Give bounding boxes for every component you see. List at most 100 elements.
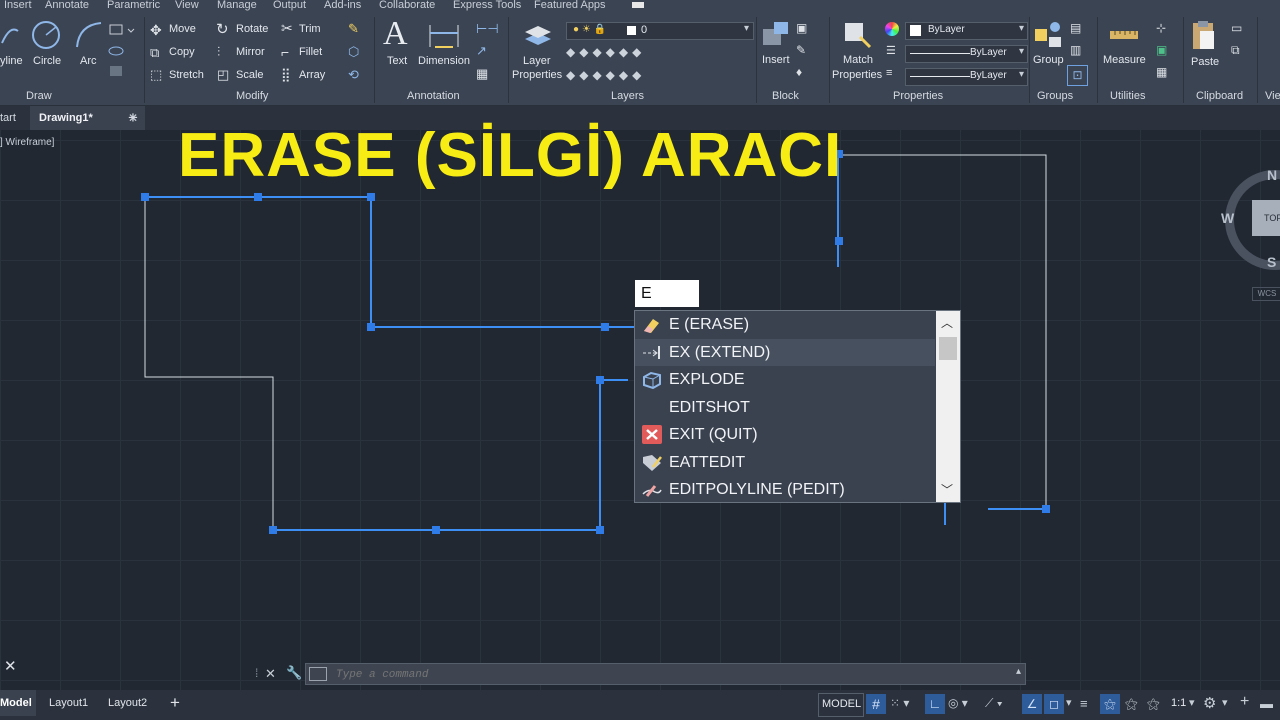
explode-icon[interactable]: ⬡ bbox=[348, 44, 359, 60]
layer-properties-icon[interactable] bbox=[521, 19, 555, 51]
properties-panel-title[interactable]: Properties bbox=[893, 90, 943, 102]
color-wheel-icon[interactable] bbox=[885, 22, 899, 36]
eraser-icon[interactable]: ✎ bbox=[348, 21, 359, 37]
edit-attributes-icon[interactable]: ♦ bbox=[796, 65, 802, 79]
layer-properties-label-2[interactable]: Properties bbox=[512, 69, 562, 81]
object-snap-tracking-icon[interactable]: ∠ bbox=[1022, 694, 1042, 714]
scrollbar-thumb[interactable] bbox=[939, 337, 957, 360]
annotation-scale-icon[interactable]: ⚝ bbox=[1147, 696, 1160, 712]
trim-icon[interactable]: ✂ bbox=[281, 20, 293, 37]
text-label[interactable]: Text bbox=[387, 55, 407, 67]
chevron-down-icon[interactable]: ﹀ bbox=[941, 481, 953, 498]
lineweight-display-icon[interactable]: ≡ bbox=[1080, 696, 1088, 711]
arc-icon[interactable] bbox=[73, 19, 105, 51]
menu-collaborate[interactable]: Collaborate bbox=[379, 0, 435, 11]
match-properties-icon[interactable] bbox=[842, 19, 872, 51]
new-tab-button[interactable]: + bbox=[128, 106, 138, 130]
dimension-label[interactable]: Dimension bbox=[418, 55, 470, 67]
group-selection-icon[interactable]: ⊡ bbox=[1067, 65, 1088, 86]
move-label[interactable]: Move bbox=[169, 23, 196, 35]
stretch-label[interactable]: Stretch bbox=[169, 69, 204, 81]
menu-manage[interactable]: Manage bbox=[217, 0, 257, 11]
mirror-label[interactable]: Mirror bbox=[236, 46, 265, 58]
autocomplete-item-editshot[interactable]: EDITSHOT bbox=[635, 394, 935, 421]
menu-output[interactable]: Output bbox=[273, 0, 306, 11]
scale-label[interactable]: Scale bbox=[236, 69, 264, 81]
insert-block-icon[interactable] bbox=[760, 19, 792, 51]
customize-wrench-icon[interactable]: 🔧 bbox=[286, 665, 302, 681]
layer-tools-row-1-icon[interactable]: ◆◆◆◆◆◆ bbox=[566, 45, 645, 59]
model-space-button[interactable]: MODEL bbox=[818, 693, 864, 717]
calculator-icon[interactable]: ▦ bbox=[1156, 65, 1167, 79]
insert-label[interactable]: Insert bbox=[762, 54, 790, 66]
annotation-autoscale-icon[interactable]: ⚝ bbox=[1125, 696, 1138, 712]
cut-icon[interactable]: ▭ bbox=[1231, 21, 1242, 35]
groups-panel-title[interactable]: Groups bbox=[1037, 90, 1073, 102]
mirror-icon[interactable]: ⫶ bbox=[217, 44, 220, 60]
menu-view[interactable]: View bbox=[175, 0, 199, 11]
dimension-icon[interactable] bbox=[427, 21, 461, 51]
viewcube-south[interactable]: S bbox=[1267, 254, 1276, 270]
grid-icon[interactable]: # bbox=[866, 694, 886, 714]
annotation-scale-value[interactable]: 1:1 bbox=[1171, 697, 1186, 709]
group-icon[interactable] bbox=[1033, 19, 1065, 51]
grip-handle-icon[interactable]: ⁞ bbox=[255, 666, 258, 680]
view-panel-title[interactable]: Vie bbox=[1265, 90, 1280, 102]
menu-featured-apps[interactable]: Featured Apps bbox=[534, 0, 606, 11]
move-icon[interactable]: ✥ bbox=[150, 22, 162, 39]
polyline-icon[interactable] bbox=[0, 21, 20, 53]
autocomplete-scrollbar[interactable]: ︿ ﹀ bbox=[936, 311, 960, 502]
close-icon[interactable]: ✕ bbox=[265, 666, 276, 682]
layer-tools-row-2-icon[interactable]: ◆◆◆◆◆◆ bbox=[566, 68, 645, 82]
close-icon[interactable]: ✕ bbox=[4, 657, 17, 675]
id-point-icon[interactable]: ⊹ bbox=[1156, 21, 1166, 35]
tab-start[interactable]: tart bbox=[0, 106, 24, 130]
fillet-icon[interactable]: ⌐ bbox=[281, 44, 289, 60]
viewcube-north[interactable]: N bbox=[1267, 167, 1277, 183]
array-label[interactable]: Array bbox=[299, 69, 325, 81]
text-icon[interactable]: A bbox=[383, 15, 408, 53]
command-input[interactable] bbox=[334, 666, 998, 684]
autocomplete-item-extend[interactable]: EX (EXTEND) bbox=[635, 339, 935, 366]
color-dropdown[interactable]: ByLayer ▾ bbox=[905, 22, 1028, 40]
tab-model[interactable]: Model bbox=[0, 690, 36, 716]
isodraft-icon[interactable]: ⟋ ▾ bbox=[985, 696, 1003, 711]
paste-label[interactable]: Paste bbox=[1191, 56, 1219, 68]
snap-icon[interactable]: ⁙ ▾ bbox=[890, 696, 909, 710]
leader-icon[interactable]: ↗ bbox=[476, 43, 487, 59]
autocomplete-item-editpolyline[interactable]: EDITPOLYLINE (PEDIT) bbox=[635, 476, 935, 503]
modify-panel-title[interactable]: Modify bbox=[236, 90, 268, 102]
annotation-visibility-icon[interactable]: ⚝ bbox=[1100, 694, 1120, 714]
rotate-icon[interactable]: ↻ bbox=[216, 20, 229, 38]
camera-icon[interactable] bbox=[632, 2, 644, 8]
menu-insert[interactable]: Insert bbox=[4, 0, 32, 11]
menu-annotate[interactable]: Annotate bbox=[45, 0, 89, 11]
tab-layout1[interactable]: Layout1 bbox=[49, 697, 88, 709]
tab-layout2[interactable]: Layout2 bbox=[108, 697, 147, 709]
wcs-menu[interactable]: WCS bbox=[1252, 287, 1280, 301]
match-properties-label-2[interactable]: Properties bbox=[832, 69, 882, 81]
measure-icon[interactable] bbox=[1109, 27, 1139, 43]
create-block-icon[interactable]: ▣ bbox=[796, 21, 807, 35]
copy-clip-icon[interactable]: ⧉ bbox=[1231, 43, 1240, 58]
stretch-icon[interactable]: ⬚ bbox=[150, 67, 162, 83]
linear-dim-icon[interactable]: ⊢⊣ bbox=[476, 21, 499, 37]
circle-label[interactable]: Circle bbox=[33, 55, 61, 67]
circle-icon[interactable] bbox=[30, 19, 62, 51]
chevron-down-icon[interactable]: ▾ bbox=[1189, 696, 1195, 709]
minus-icon[interactable]: ▬ bbox=[1260, 696, 1273, 711]
chevron-up-icon[interactable]: ▴ bbox=[1016, 666, 1021, 677]
copy-icon[interactable]: ⧉ bbox=[150, 45, 159, 61]
arc-label[interactable]: Arc bbox=[80, 55, 97, 67]
viewcube-west[interactable]: W bbox=[1221, 210, 1234, 226]
annotation-panel-title[interactable]: Annotation bbox=[407, 90, 460, 102]
match-properties-label-1[interactable]: Match bbox=[843, 54, 873, 66]
rotate-label[interactable]: Rotate bbox=[236, 23, 268, 35]
group-label[interactable]: Group bbox=[1033, 54, 1064, 66]
linetype-dropdown[interactable]: ByLayer ▾ bbox=[905, 45, 1028, 63]
layer-dropdown[interactable]: ● ☀ 🔒 0 ▾ bbox=[566, 22, 754, 40]
layer-properties-label-1[interactable]: Layer bbox=[523, 55, 551, 67]
block-panel-title[interactable]: Block bbox=[772, 90, 799, 102]
draw-tools-icon[interactable] bbox=[108, 21, 138, 81]
copy-label[interactable]: Copy bbox=[169, 46, 195, 58]
